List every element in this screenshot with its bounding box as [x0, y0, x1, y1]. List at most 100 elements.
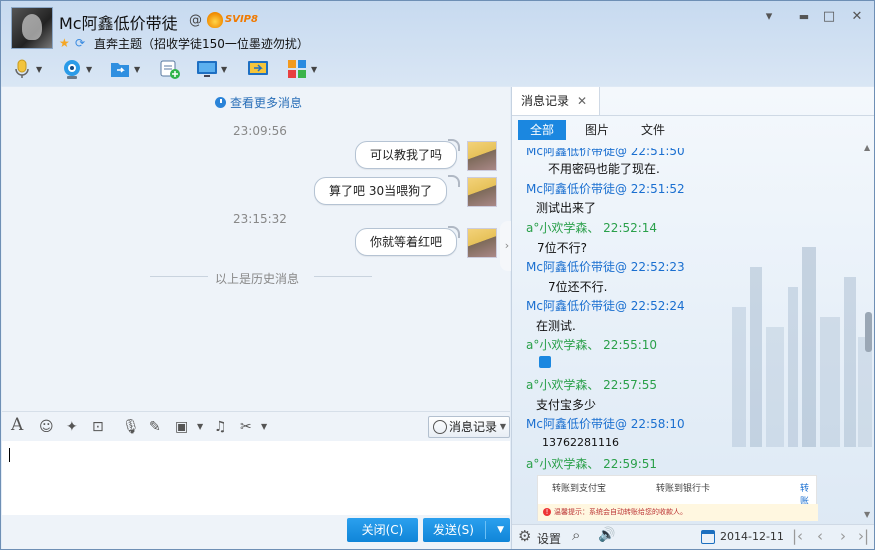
close-icon[interactable]: ✕	[847, 9, 867, 25]
chevron-down-icon[interactable]: ▼	[86, 65, 94, 74]
magic-icon[interactable]: ✦	[66, 418, 78, 436]
contact-signature: 直奔主题（招收学徒150一位墨迹勿扰）	[94, 37, 309, 51]
chevron-down-icon[interactable]: ▼	[500, 417, 506, 437]
log-sender-line: a°小欢学森、 22:57:55	[526, 378, 658, 392]
font-icon[interactable]: A	[11, 416, 23, 434]
speaker-icon[interactable]: 🔊	[598, 527, 615, 543]
file-transfer-icon[interactable]	[109, 58, 131, 80]
voice-tool[interactable]: ▼	[11, 57, 44, 81]
voice-icon[interactable]: 🎙	[122, 418, 140, 436]
avatar[interactable]	[467, 177, 497, 207]
chat-bubble[interactable]: 算了吧 30当喂狗了	[314, 177, 448, 205]
star-icon[interactable]: ★	[59, 36, 70, 50]
tab-message-history-label: 消息记录	[521, 94, 570, 108]
search-icon[interactable]: ⌕	[572, 526, 580, 544]
bubble-pin-icon	[448, 139, 460, 151]
edit-icon[interactable]: ✎	[149, 418, 161, 436]
chevron-down-icon[interactable]: ▼	[311, 65, 319, 74]
history-divider-label: 以上是历史消息	[215, 272, 300, 286]
chat-message-area: 查看更多消息 23:09:56 可以教我了吗 算了吧 30当喂狗了 23:15:…	[2, 87, 510, 411]
remote-tool[interactable]: ▼	[196, 57, 229, 81]
screenshot-icon[interactable]: ⊡	[92, 418, 104, 436]
emoji-icon[interactable]: ☺	[39, 418, 54, 436]
svip-badge[interactable]: SVIP8	[207, 11, 258, 29]
first-page-icon[interactable]: |‹	[792, 527, 803, 545]
log-sender-line: Mc阿鑫低价带徒@ 22:51:52	[526, 182, 685, 196]
message-history-label: 消息记录	[449, 420, 498, 434]
log-sender-line: Mc阿鑫低价带徒@ 22:52:24	[526, 299, 685, 313]
bubble-pin-icon	[448, 175, 460, 187]
video-tool[interactable]: ▼	[61, 57, 94, 81]
message-text: 可以教我了吗	[370, 148, 443, 162]
scrollbar-thumb[interactable]	[865, 312, 872, 352]
filter-tab-images[interactable]: 图片	[573, 120, 621, 140]
text-cursor	[9, 448, 10, 462]
image-icon[interactable]: ▣	[175, 418, 188, 436]
chevron-down-icon[interactable]: ▼	[261, 418, 267, 436]
scroll-up-arrow[interactable]: ▲	[864, 143, 870, 152]
history-bottom-bar: ⚙ 设置 ⌕ 🔊 2014-12-11 |‹ ‹ › ›|	[512, 524, 874, 549]
file-tool[interactable]: ▼	[109, 57, 142, 81]
log-sender-line: Mc阿鑫低价带徒@ 22:52:23	[526, 260, 685, 274]
message-text: 算了吧 30当喂狗了	[329, 184, 433, 198]
maximize-icon[interactable]: □	[819, 9, 839, 25]
chevron-down-icon[interactable]: ▼	[197, 418, 203, 436]
share-tool[interactable]	[247, 57, 269, 81]
chevron-down-icon[interactable]: ▼	[36, 65, 44, 74]
log-message: 在测试.	[536, 319, 576, 333]
log-sender-line: a°小欢学森、 22:52:14	[526, 221, 658, 235]
message-history-button[interactable]: 消息记录 ▼	[428, 416, 510, 438]
transfer-to-alipay[interactable]: 转账到支付宝	[552, 481, 606, 494]
prev-page-icon[interactable]: ‹	[817, 527, 823, 545]
microphone-icon[interactable]	[11, 58, 33, 80]
close-tab-icon[interactable]: ✕	[577, 87, 587, 115]
contact-avatar[interactable]	[11, 7, 53, 49]
view-more-messages-link[interactable]: 查看更多消息	[215, 94, 302, 111]
avatar[interactable]	[467, 228, 497, 258]
last-page-icon[interactable]: ›|	[858, 527, 869, 545]
transfer-card[interactable]: 转账到支付宝 转账到银行卡 转账 温馨提示：系统会自动转账给您的收款人。	[537, 475, 818, 521]
history-divider: 以上是历史消息	[150, 270, 372, 286]
filter-tab-all[interactable]: 全部	[518, 120, 566, 140]
add-app-icon[interactable]	[159, 58, 181, 80]
scroll-down-arrow[interactable]: ▼	[864, 510, 870, 519]
view-more-messages-label: 查看更多消息	[230, 96, 303, 110]
message-text: 你就等着红吧	[370, 235, 443, 249]
transfer-to-bank[interactable]: 转账到银行卡	[656, 481, 710, 494]
next-page-icon[interactable]: ›	[840, 527, 846, 545]
refresh-icon[interactable]: ⟳	[75, 36, 85, 50]
emoticon-icon[interactable]	[539, 356, 551, 368]
chevron-down-icon[interactable]: ▼	[134, 65, 142, 74]
gear-icon[interactable]: ⚙	[518, 527, 531, 545]
app-tool[interactable]	[159, 57, 181, 81]
log-message: 13762281116	[542, 436, 619, 449]
minimize-icon[interactable]: ▬	[794, 9, 814, 25]
chevron-down-icon[interactable]: ▼	[221, 65, 229, 74]
remote-desktop-icon[interactable]	[196, 58, 218, 80]
menu-caret-icon[interactable]: ▾	[759, 9, 779, 25]
video-call-icon[interactable]	[61, 58, 83, 80]
status-icons: ★ ⟳	[59, 36, 89, 50]
history-date[interactable]: 2014-12-11	[720, 530, 784, 543]
log-sender-line: a°小欢学森、 22:59:51	[526, 457, 658, 471]
app-grid-icon[interactable]	[286, 58, 308, 80]
message-input[interactable]	[2, 441, 510, 515]
send-options-chevron-icon[interactable]: ▼	[497, 518, 504, 542]
scissors-icon[interactable]: ✂	[240, 418, 252, 436]
close-button-label: 关闭(C)	[361, 523, 404, 537]
tab-message-history[interactable]: 消息记录 ✕	[512, 87, 600, 115]
close-button[interactable]: 关闭(C)	[347, 518, 418, 542]
music-icon[interactable]: ♫	[214, 418, 227, 436]
screen-share-icon[interactable]	[247, 58, 269, 80]
contact-badge: @	[189, 13, 202, 28]
chat-bubble[interactable]: 你就等着红吧	[355, 228, 458, 256]
message-timestamp: 23:09:56	[233, 124, 287, 138]
chat-bubble[interactable]: 可以教我了吗	[355, 141, 458, 169]
settings-label[interactable]: 设置	[537, 530, 561, 547]
calendar-icon[interactable]	[701, 530, 715, 544]
apps-tool[interactable]: ▼	[286, 57, 319, 81]
filter-tab-files[interactable]: 文件	[629, 120, 677, 140]
send-button[interactable]: 发送(S) ▼	[423, 518, 510, 542]
clock-icon	[215, 97, 226, 108]
avatar[interactable]	[467, 141, 497, 171]
